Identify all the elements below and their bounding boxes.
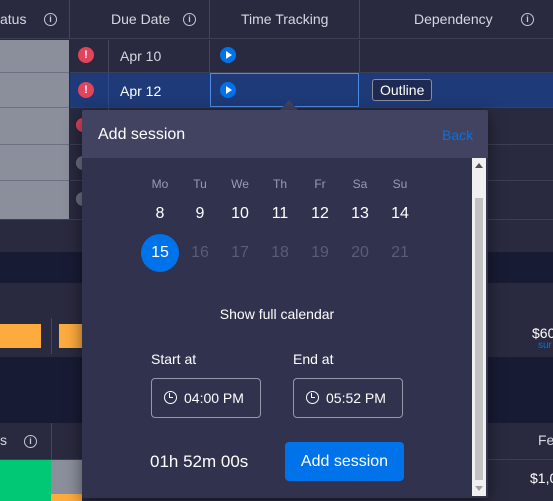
- summary-bar: [59, 324, 83, 348]
- column-header-status[interactable]: atus: [0, 0, 26, 39]
- popup-caret: [280, 100, 298, 110]
- show-full-calendar-link[interactable]: Show full calendar: [82, 306, 472, 322]
- column-divider: [209, 40, 210, 72]
- start-at-label: Start at: [151, 351, 197, 367]
- row-divider: [0, 144, 69, 145]
- alert-icon: !: [78, 82, 94, 98]
- add-session-popup: Add session Back Mo Tu We Th Fr Sa Su 8 …: [82, 110, 488, 498]
- column-divider: [69, 0, 70, 39]
- calendar-day[interactable]: 10: [220, 205, 260, 223]
- calendar-day-disabled: 21: [391, 244, 409, 261]
- summary-bar: [51, 494, 82, 501]
- dependency-tag[interactable]: Outline: [372, 79, 433, 101]
- calendar-day-disabled: 17: [231, 244, 249, 261]
- start-time-value: 04:00 PM: [184, 390, 244, 406]
- column-header-partial[interactable]: s: [0, 432, 7, 448]
- row-divider: [70, 144, 82, 145]
- end-time-input[interactable]: 05:52 PM: [293, 378, 403, 418]
- calendar-day[interactable]: 9: [180, 205, 220, 223]
- row-divider: [0, 72, 69, 73]
- status-column[interactable]: [0, 40, 69, 219]
- column-header-time-tracking[interactable]: Time Tracking: [241, 0, 328, 39]
- calendar-day[interactable]: 13: [340, 205, 380, 223]
- calendar-day[interactable]: 12: [300, 205, 340, 223]
- column-divider: [359, 0, 360, 39]
- scroll-up-icon[interactable]: [475, 163, 483, 168]
- end-time-value: 05:52 PM: [326, 390, 386, 406]
- calendar-day-selected[interactable]: 15: [141, 234, 179, 272]
- calendar-day-disabled: 19: [311, 244, 329, 261]
- column-divider: [108, 73, 109, 107]
- row-divider: [70, 107, 553, 108]
- popup-title: Add session: [98, 126, 186, 143]
- clock-icon: [306, 391, 319, 404]
- column-header-dependency[interactable]: Dependency: [414, 0, 493, 39]
- due-date-cell[interactable]: Apr 10: [120, 48, 161, 64]
- end-at-label: End at: [293, 351, 334, 367]
- start-time-input[interactable]: 04:00 PM: [151, 378, 261, 418]
- amount-cell: $1,0: [530, 470, 553, 486]
- summary-amount: $60: [532, 325, 553, 341]
- row-divider: [488, 180, 553, 181]
- column-header-due-date[interactable]: Due Date: [111, 0, 170, 39]
- weekday-label: Fr: [314, 177, 326, 191]
- column-divider: [51, 318, 52, 354]
- column-divider: [359, 40, 360, 72]
- table-header: atus i Due Date i Time Tracking Dependen…: [0, 0, 553, 39]
- calendar-day[interactable]: 11: [260, 205, 300, 223]
- column-divider: [209, 0, 210, 39]
- column-header-partial[interactable]: Fe: [538, 432, 553, 448]
- session-duration: 01h 52m 00s: [150, 452, 249, 471]
- popup-scrollbar[interactable]: [472, 158, 486, 496]
- status-cell[interactable]: [0, 460, 51, 501]
- calendar-day-disabled: 18: [271, 244, 289, 261]
- weekday-label: Th: [272, 177, 287, 191]
- scrollbar-thumb[interactable]: [475, 198, 483, 480]
- calendar-day-disabled: 20: [351, 244, 369, 261]
- info-icon[interactable]: i: [44, 13, 57, 26]
- play-icon[interactable]: [220, 82, 236, 98]
- info-icon[interactable]: i: [521, 13, 534, 26]
- row-divider: [0, 107, 69, 108]
- row-divider: [488, 144, 553, 145]
- play-icon[interactable]: [220, 47, 236, 63]
- calendar-day-disabled: 16: [191, 244, 209, 261]
- calendar-day[interactable]: 14: [380, 205, 420, 223]
- alert-icon: !: [78, 47, 94, 63]
- clock-icon: [164, 391, 177, 404]
- weekday-label: Mo: [151, 177, 169, 191]
- weekday-label: We: [231, 177, 249, 191]
- popup-header: Add session Back: [82, 110, 488, 158]
- scroll-down-icon[interactable]: [475, 486, 483, 491]
- row-divider: [0, 180, 69, 181]
- info-icon[interactable]: i: [183, 13, 196, 26]
- info-icon[interactable]: i: [24, 435, 37, 448]
- weekday-label: Su: [392, 177, 408, 191]
- weekday-label: Sa: [352, 177, 368, 191]
- row-divider: [70, 180, 82, 181]
- summary-sub: sur: [538, 340, 552, 351]
- weekday-label: Tu: [193, 177, 207, 191]
- back-link[interactable]: Back: [442, 127, 473, 143]
- add-session-button[interactable]: Add session: [285, 442, 404, 481]
- due-date-cell[interactable]: Apr 12: [120, 83, 161, 99]
- column-divider: [51, 423, 52, 459]
- calendar-day[interactable]: 8: [140, 205, 180, 223]
- summary-bar: [0, 324, 41, 348]
